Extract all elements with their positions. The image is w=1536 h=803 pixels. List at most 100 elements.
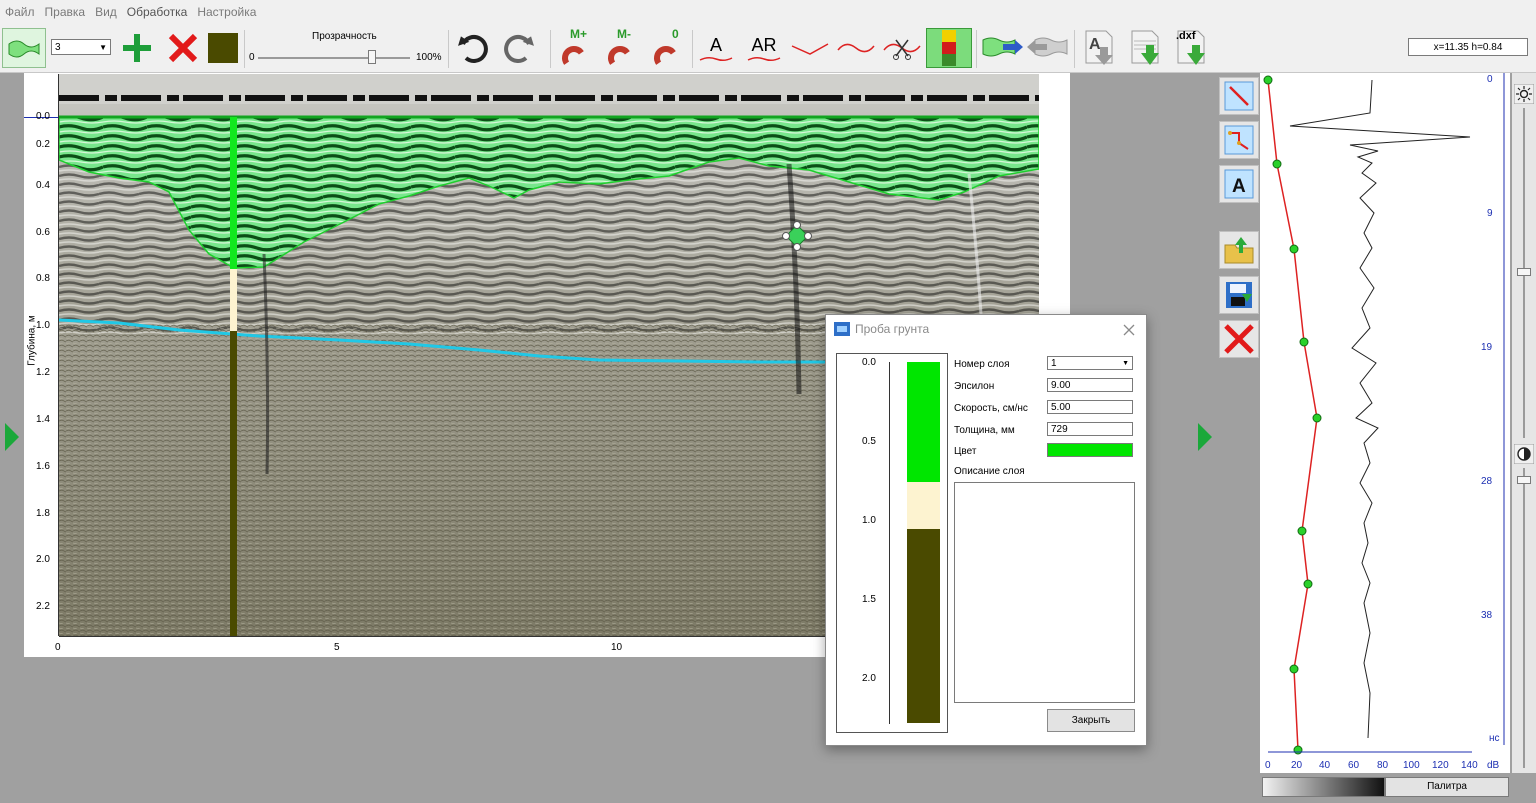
trace-chart[interactable]: 0 9 19 28 38 нс 0 20 40 60 80 100 120 14…	[1260, 73, 1510, 773]
dialog-close-icon[interactable]	[1122, 323, 1136, 337]
velocity-field[interactable]: 5.00	[1047, 400, 1133, 414]
menu-view[interactable]: Вид	[90, 5, 122, 19]
redo-icon	[504, 35, 534, 63]
magnet-plus-button[interactable]: M+	[554, 27, 594, 68]
sun-icon[interactable]	[1514, 84, 1534, 104]
time-tick-label: 0	[1487, 74, 1493, 85]
layer-wave-icon	[8, 40, 40, 58]
open-folder-button[interactable]	[1219, 231, 1259, 269]
db-tick-label: 0	[1265, 760, 1271, 771]
layer-select[interactable]: 3 ▼	[51, 39, 111, 55]
soil-column-layer-1[interactable]	[907, 362, 940, 482]
gain-point[interactable]	[1312, 413, 1322, 423]
undo-button[interactable]	[452, 28, 492, 68]
sample-line-layer-3	[230, 331, 237, 636]
contrast-icon[interactable]	[1514, 444, 1534, 464]
transparency-slider-max: 100%	[416, 52, 442, 63]
sample-line-layer-1	[230, 117, 237, 269]
text-tool-a-button[interactable]: A	[696, 28, 736, 68]
time-tick-label: 38	[1481, 610, 1493, 621]
contrast-slider[interactable]	[1523, 468, 1525, 768]
cut-line-button[interactable]	[880, 28, 924, 68]
export-file-button[interactable]	[1124, 28, 1164, 68]
delete-layer-button[interactable]	[164, 28, 202, 68]
export-dxf-button[interactable]: .dxf	[1170, 28, 1210, 68]
close-icon	[168, 33, 198, 63]
gain-point[interactable]	[1289, 244, 1299, 254]
export-layer-button[interactable]	[1026, 28, 1070, 68]
description-textarea[interactable]	[954, 482, 1135, 703]
gain-point[interactable]	[1293, 745, 1303, 755]
transparency-slider-handle[interactable]	[368, 50, 376, 64]
magnet-icon	[562, 46, 584, 65]
draw-line-button[interactable]	[788, 28, 832, 68]
draw-diagonal-button[interactable]	[1219, 77, 1259, 115]
delete-button[interactable]	[1219, 320, 1259, 358]
menu-settings[interactable]: Настройка	[192, 5, 261, 19]
menu-processing[interactable]: Обработка	[122, 5, 193, 19]
close-button[interactable]: Закрыть	[1047, 709, 1135, 732]
epsilon-field[interactable]: 9.00	[1047, 378, 1133, 392]
trace-waveform	[1289, 79, 1471, 739]
gain-point[interactable]	[1297, 526, 1307, 536]
draw-curve-button[interactable]	[834, 28, 878, 68]
layer-mode-button[interactable]	[2, 28, 46, 68]
layer-color-button[interactable]	[206, 28, 240, 68]
sample-line-layer-2	[230, 269, 237, 331]
db-tick-label: 60	[1348, 760, 1360, 771]
scissors-icon	[883, 39, 921, 60]
soil-sample-dialog: Проба грунта 0.0 0.5 1.0 1.5 2.0 Номер с…	[825, 314, 1147, 746]
palette-gradient[interactable]	[1262, 777, 1385, 797]
y-tick-label: 0.8	[36, 273, 50, 284]
thickness-field[interactable]: 729	[1047, 422, 1133, 436]
soil-column-layer-2[interactable]	[907, 482, 940, 529]
y-tick-label: 1.2	[36, 367, 50, 378]
draw-stepped-line-button[interactable]	[1219, 121, 1259, 159]
layer-color-swatch[interactable]	[1047, 443, 1133, 457]
folder-upload-icon	[1224, 237, 1254, 264]
soil-sample-button[interactable]	[926, 28, 972, 68]
layer-arrow-left-icon	[1027, 37, 1068, 57]
soil-column-axis	[889, 362, 890, 724]
text-tool-ar-label: AR	[751, 34, 777, 55]
column-tick-label: 0.5	[862, 436, 876, 447]
menu-edit[interactable]: Правка	[40, 5, 91, 19]
export-text-button[interactable]: A	[1078, 28, 1118, 68]
save-button[interactable]	[1219, 276, 1259, 314]
db-tick-label: 80	[1377, 760, 1389, 771]
redo-button[interactable]	[500, 28, 540, 68]
undo-icon	[458, 35, 488, 63]
expand-right-arrow-icon[interactable]	[1196, 421, 1214, 453]
gain-point[interactable]	[1303, 579, 1313, 589]
text-a-icon: A	[1224, 169, 1254, 199]
description-label: Описание слоя	[954, 466, 1025, 477]
dialog-titlebar[interactable]: Проба грунта	[826, 315, 1146, 343]
expand-left-arrow-icon[interactable]	[3, 421, 21, 453]
magnet-minus-label: M-	[617, 27, 631, 41]
close-icon	[1224, 324, 1254, 354]
contrast-slider-handle[interactable]	[1517, 476, 1531, 484]
add-text-button[interactable]: A	[1219, 165, 1259, 203]
menu-file[interactable]: Файл	[0, 5, 40, 19]
time-tick-label: 19	[1481, 342, 1493, 353]
palette-button[interactable]: Палитра	[1385, 777, 1509, 797]
x-tick-label: 0	[55, 642, 61, 653]
velocity-label: Скорость, см/нс	[954, 403, 1028, 414]
import-layer-button[interactable]	[980, 28, 1024, 68]
column-tick-label: 2.0	[862, 673, 876, 684]
add-layer-button[interactable]	[118, 28, 156, 68]
gain-point[interactable]	[1299, 337, 1309, 347]
soil-column-layer-3[interactable]	[907, 529, 940, 723]
layer-number-select[interactable]: 1 ▼	[1047, 356, 1133, 370]
transparency-slider[interactable]	[258, 57, 410, 59]
gain-point[interactable]	[1263, 75, 1273, 85]
brightness-slider-handle[interactable]	[1517, 268, 1531, 276]
db-tick-label: 40	[1319, 760, 1331, 771]
layer-number-label: Номер слоя	[954, 359, 1010, 370]
gain-point[interactable]	[1289, 664, 1299, 674]
layer-arrow-right-icon	[982, 37, 1023, 57]
text-tool-ar-button[interactable]: AR	[742, 28, 786, 68]
magnet-minus-button[interactable]: M-	[600, 27, 640, 68]
magnet-zero-button[interactable]: 0	[646, 27, 686, 68]
gain-point[interactable]	[1272, 159, 1282, 169]
